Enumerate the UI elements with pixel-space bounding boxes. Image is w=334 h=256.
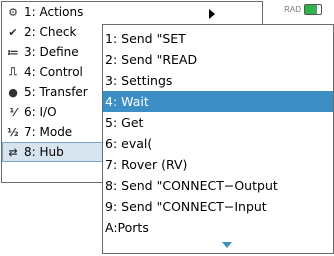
status-indicators: RAD [284,4,322,15]
angle-mode-label: RAD [284,5,301,14]
check-icon: ✔ [8,25,18,39]
hub-submenu: 1: Send "SET 2: Send "READ 3: Settings 4… [102,24,334,254]
menu-item-label: 1: Actions [24,5,84,19]
menu-item-define[interactable]: ≔ 3: Define [2,42,103,62]
tools-icon: ⚙ [8,5,18,19]
submenu-item-send-set[interactable]: 1: Send "SET [103,28,333,49]
menu-item-label: 7: Mode [24,125,73,139]
menu-item-label: 3: Define [24,45,79,59]
menu-item-control[interactable]: ⎍ 4: Control [2,62,103,82]
define-icon: ≔ [7,45,19,59]
submenu-item-settings[interactable]: 3: Settings [103,70,333,91]
menu-item-label: 8: Hub [24,145,64,159]
menu-item-check[interactable]: ✔ 2: Check [2,22,103,42]
io-icon: ⅟ [9,105,17,119]
menu-item-label: 4: Control [24,65,83,79]
battery-icon [304,4,322,15]
menu-item-transfer[interactable]: ● 5: Transfer [2,82,103,102]
mode-icon: ½ [7,125,19,139]
transfer-icon: ● [8,85,18,99]
submenu-item-connect-output[interactable]: 8: Send "CONNECT−Output [103,175,333,196]
submenu-item-wait[interactable]: 4: Wait [103,91,333,112]
submenu-item-ports[interactable]: A:Ports [103,217,333,238]
menu-item-io[interactable]: ⅟ 6: I/O [2,102,103,122]
menu-item-label: 6: I/O [24,105,57,119]
hub-icon: ⇄ [8,145,18,159]
control-icon: ⎍ [9,65,17,78]
submenu-arrow-icon [209,9,215,19]
menu-item-label: 5: Transfer [24,85,88,99]
scroll-down-icon[interactable] [222,242,232,248]
submenu-item-rover[interactable]: 7: Rover (RV) [103,154,333,175]
menu-item-mode[interactable]: ½ 7: Mode [2,122,103,142]
menu-item-hub[interactable]: ⇄ 8: Hub [2,142,103,162]
submenu-item-send-read[interactable]: 2: Send "READ [103,49,333,70]
submenu-item-connect-input[interactable]: 9: Send "CONNECT−Input [103,196,333,217]
submenu-item-eval[interactable]: 6: eval( [103,133,333,154]
menu-item-label: 2: Check [24,25,77,39]
submenu-item-get[interactable]: 5: Get [103,112,333,133]
menu-item-actions[interactable]: ⚙ 1: Actions [2,2,260,22]
